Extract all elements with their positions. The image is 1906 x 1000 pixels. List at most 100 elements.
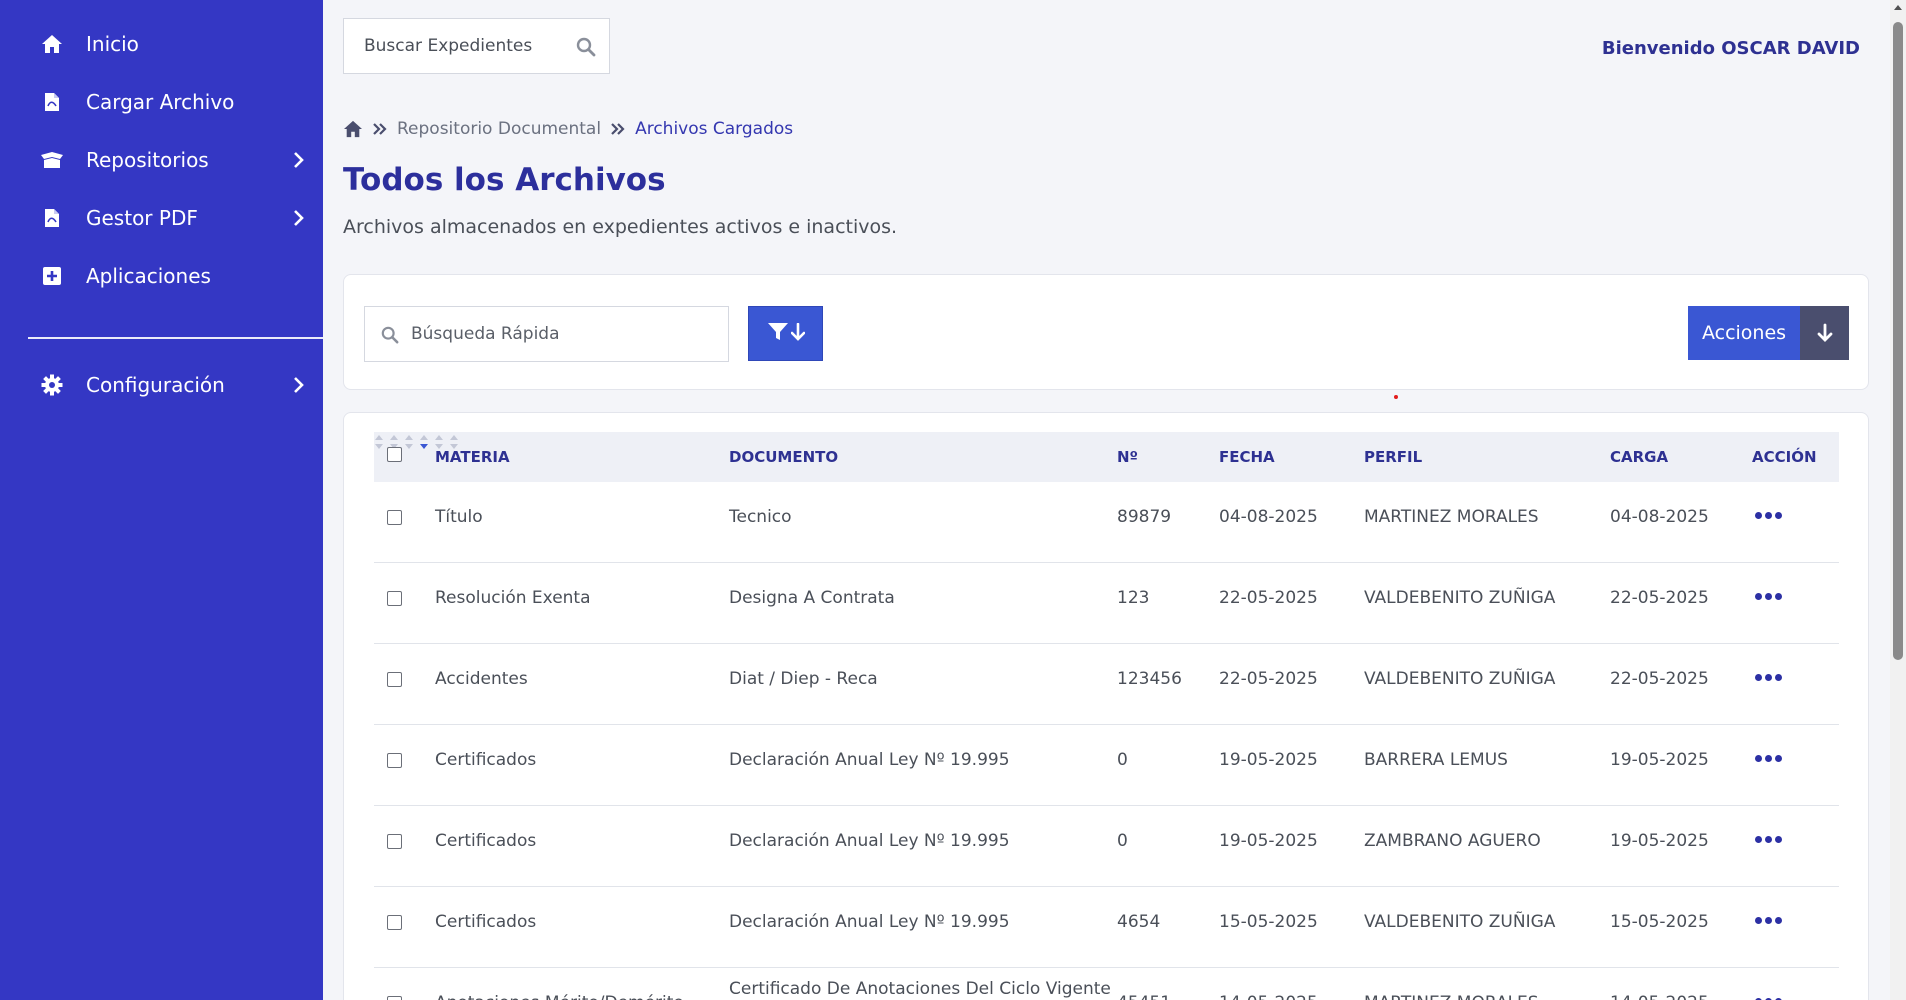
quick-search-input[interactable] [411,307,721,361]
row-checkbox[interactable] [387,996,402,1000]
more-dots-icon [1755,511,1782,519]
column-header-carga[interactable]: CARGA [1610,432,1668,482]
chevron-right-icon [292,208,306,228]
table-row[interactable]: Certificados Declaración Anual Ley Nº 19… [374,725,1839,806]
column-header-fecha[interactable]: FECHA [1219,432,1275,482]
cell-numero: 4654 [1117,912,1161,932]
home-icon[interactable] [343,120,363,138]
column-header-label: FECHA [1219,448,1275,466]
sidebar-item-aplicaciones[interactable]: Aplicaciones [0,252,323,300]
chevron-right-icon [292,150,306,170]
select-all-checkbox[interactable] [387,447,402,462]
sidebar-item-label: Gestor PDF [86,206,198,230]
sidebar-item-label: Aplicaciones [86,264,211,288]
cell-carga: 19-05-2025 [1610,831,1709,851]
row-checkbox[interactable] [387,591,402,606]
sidebar-item-configuracion[interactable]: Configuración [0,361,323,409]
expedientes-search [343,18,610,74]
cell-fecha: 19-05-2025 [1219,831,1318,851]
row-actions-button[interactable] [1755,482,1782,548]
sort-icon[interactable] [404,435,414,456]
column-header-label: CARGA [1610,448,1669,466]
cell-perfil: VALDEBENITO ZUÑIGA [1364,588,1556,608]
column-header-perfil[interactable]: PERFIL [1364,432,1422,482]
sidebar-item-cargar-archivo[interactable]: Cargar Archivo [0,78,323,126]
breadcrumb-repositorio[interactable]: Repositorio Documental [397,119,601,139]
scrollbar-thumb[interactable] [1893,22,1903,660]
cell-carga: 19-05-2025 [1610,750,1709,770]
row-checkbox[interactable] [387,834,402,849]
more-dots-icon [1755,592,1782,600]
sidebar-item-inicio[interactable]: Inicio [0,20,323,68]
actions-button[interactable]: Acciones [1688,306,1849,360]
cell-carga: 15-05-2025 [1610,912,1709,932]
sidebar: Inicio Cargar Archivo Repositorios Gesto… [0,0,323,1000]
sort-icon[interactable] [374,435,384,456]
table-row[interactable]: Anotaciones Mérito/Demérito Certificado … [374,968,1839,1000]
row-checkbox[interactable] [387,672,402,687]
scroll-up-arrow-icon[interactable] [1894,5,1902,10]
double-chevron-right-icon [611,123,625,135]
page-title: Todos los Archivos [343,162,666,198]
column-header-materia[interactable]: MATERIA [435,432,510,482]
row-actions-button[interactable] [1755,806,1782,872]
row-actions-button[interactable] [1755,644,1782,710]
cell-perfil: ZAMBRANO AGUERO [1364,831,1541,851]
cell-numero: 123456 [1117,669,1182,689]
column-header-numero[interactable]: Nº [1117,432,1138,482]
row-checkbox[interactable] [387,510,402,525]
home-icon [40,32,64,56]
sidebar-item-label: Inicio [86,32,139,56]
more-dots-icon [1755,916,1782,924]
row-actions-button[interactable] [1755,563,1782,629]
page-subtitle: Archivos almacenados en expedientes acti… [343,216,898,238]
gear-icon [40,373,64,397]
table-row[interactable]: Resolución Exenta Designa A Contrata 123… [374,563,1839,644]
row-checkbox[interactable] [387,915,402,930]
cell-carga: 14-05-2025 [1610,968,1709,1000]
table-row[interactable]: Título Tecnico 89879 04-08-2025 MARTINEZ… [374,482,1839,563]
arrow-down-icon [790,322,805,345]
cell-materia: Certificados [435,831,537,851]
cell-materia: Resolución Exenta [435,588,591,608]
cell-documento: Declaración Anual Ley Nº 19.995 [729,750,1010,770]
indicator-dot [1394,395,1398,399]
cell-fecha: 15-05-2025 [1219,912,1318,932]
welcome-message: Bienvenido OSCAR DAVID [1601,38,1860,59]
sidebar-item-repositorios[interactable]: Repositorios [0,136,323,184]
file-pdf-icon [40,90,64,114]
table-row[interactable]: Certificados Declaración Anual Ley Nº 19… [374,806,1839,887]
plus-square-icon [40,264,64,288]
sidebar-item-gestor-pdf[interactable]: Gestor PDF [0,194,323,242]
cell-fecha: 19-05-2025 [1219,750,1318,770]
page-scrollbar[interactable] [1890,0,1906,1000]
box-open-icon [40,148,64,172]
cell-perfil: BARRERA LEMUS [1364,750,1508,770]
sidebar-item-label: Configuración [86,373,225,397]
file-pdf-icon [40,206,64,230]
row-actions-button[interactable] [1755,968,1782,1000]
cell-numero: 0 [1117,831,1128,851]
cell-materia: Anotaciones Mérito/Demérito [435,968,684,1000]
column-header-label: ACCIÓN [1752,448,1817,466]
more-dots-icon [1755,835,1782,843]
row-actions-button[interactable] [1755,887,1782,953]
column-header-documento[interactable]: DOCUMENTO [729,432,838,482]
sidebar-item-label: Repositorios [86,148,209,172]
quick-search [364,306,729,362]
filter-button[interactable] [748,306,823,361]
sidebar-item-label: Cargar Archivo [86,90,235,114]
cell-fecha: 22-05-2025 [1219,669,1318,689]
sort-desc-icon[interactable] [419,435,429,456]
double-chevron-right-icon [373,123,387,135]
cell-numero: 89879 [1117,507,1172,527]
column-header-label: PERFIL [1364,448,1423,466]
row-actions-button[interactable] [1755,725,1782,791]
expedientes-search-input[interactable] [344,19,564,73]
cell-fecha: 22-05-2025 [1219,588,1318,608]
arrow-down-icon [1800,306,1849,360]
row-checkbox[interactable] [387,753,402,768]
table-row[interactable]: Accidentes Diat / Diep - Reca 123456 22-… [374,644,1839,725]
toolbar-card: Acciones [343,274,1869,390]
search-icon[interactable] [576,37,596,61]
